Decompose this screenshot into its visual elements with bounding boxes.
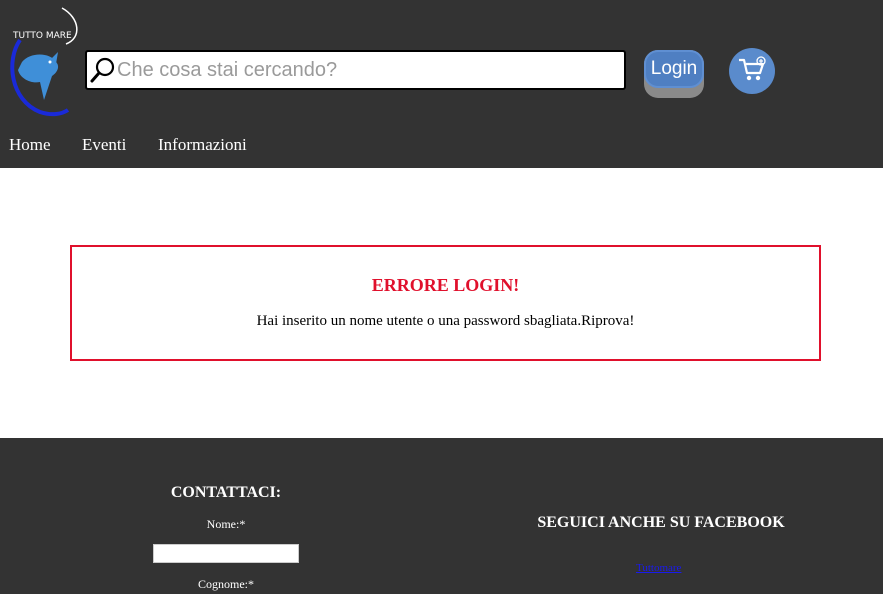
error-message: Hai inserito un nome utente o una passwo… bbox=[256, 313, 635, 329]
search-input[interactable] bbox=[117, 53, 617, 87]
nav-item-eventi[interactable]: Eventi bbox=[82, 132, 126, 158]
error-panel: ERRORE LOGIN! Hai inserito un nome utent… bbox=[70, 245, 821, 361]
search-icon bbox=[89, 56, 117, 84]
fish-logo-icon[interactable]: TUTTO MARE bbox=[0, 0, 86, 120]
nav-item-informazioni[interactable]: Informazioni bbox=[158, 132, 247, 158]
nav-item-home[interactable]: Home bbox=[9, 132, 51, 158]
cognome-label: Cognome:* bbox=[198, 577, 254, 591]
cart-add-icon bbox=[737, 55, 767, 88]
login-button-label: Login bbox=[644, 50, 704, 88]
nome-label: Nome:* bbox=[206, 517, 246, 531]
cart-button[interactable] bbox=[729, 48, 775, 94]
error-title: ERRORE LOGIN! bbox=[371, 275, 520, 295]
facebook-link[interactable]: Tuttomare bbox=[636, 562, 681, 574]
contact-title: CONTATTACI: bbox=[170, 484, 282, 501]
site-footer: CONTATTACI: Nome:* Cognome:* SEGUICI ANC… bbox=[0, 438, 883, 594]
search-bar[interactable] bbox=[85, 50, 626, 90]
logo-text: TUTTO MARE bbox=[12, 31, 72, 41]
nome-field[interactable] bbox=[153, 544, 299, 563]
site-header: TUTTO MARE Login bbox=[0, 0, 883, 168]
login-button[interactable]: Login bbox=[644, 50, 704, 98]
facebook-title: SEGUICI ANCHE SU FACEBOOK bbox=[537, 514, 785, 531]
